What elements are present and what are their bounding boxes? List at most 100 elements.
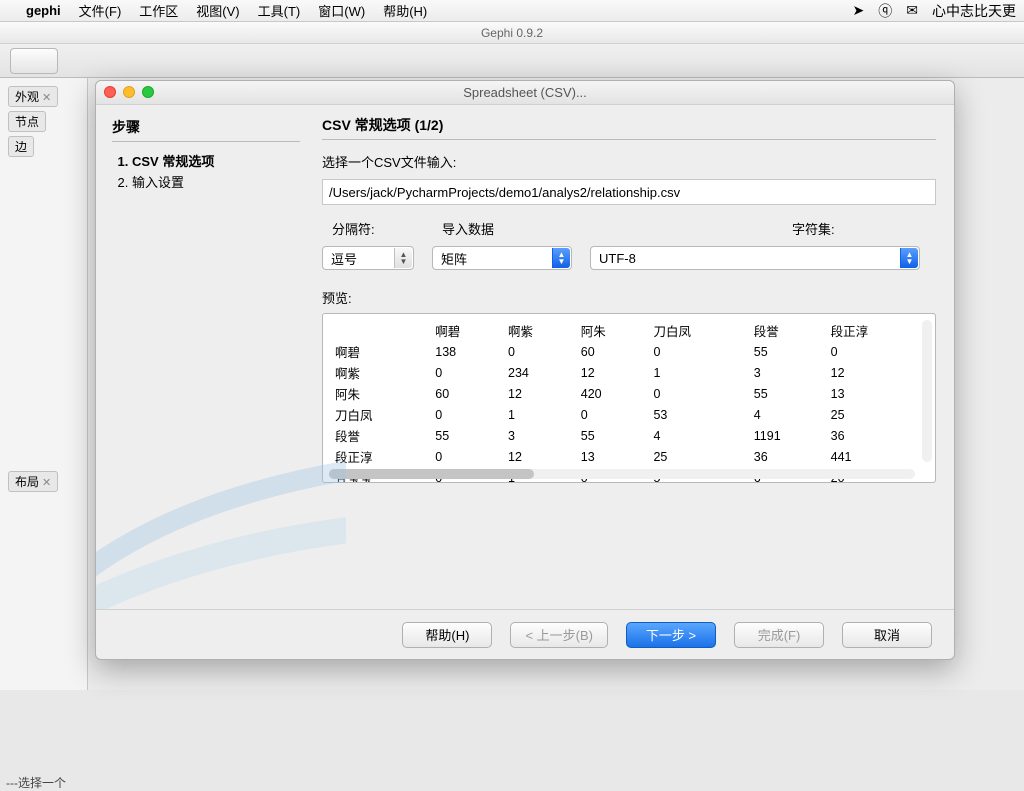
- preview-cell: 53: [649, 404, 749, 425]
- menu-tools[interactable]: 工具(T): [258, 1, 301, 20]
- preview-cell: 1191: [750, 425, 827, 446]
- preview-cell: 55: [431, 425, 504, 446]
- preview-cell: 0: [577, 404, 650, 425]
- preview-cell: 0: [431, 362, 504, 383]
- preview-cell: 啊紫: [504, 320, 577, 341]
- preview-cell: 234: [504, 362, 577, 383]
- scrollbar-horizontal[interactable]: [329, 469, 915, 479]
- separator-label: 分隔符:: [322, 219, 442, 238]
- location-icon[interactable]: ➤: [853, 2, 865, 19]
- preview-cell: 1: [649, 362, 749, 383]
- preview-cell: 啊碧: [331, 341, 431, 362]
- preview-cell: 段正淳: [827, 320, 927, 341]
- panel-node[interactable]: 节点: [8, 111, 46, 132]
- preview-cell: 4: [649, 425, 749, 446]
- left-panel: 外观✕ 节点 边 布局✕ ---选择一个: [0, 78, 88, 690]
- separator-select[interactable]: 逗号 ▲▼: [322, 246, 414, 270]
- layout-select-placeholder[interactable]: ---选择一个: [6, 774, 81, 791]
- choose-file-label: 选择一个CSV文件输入:: [322, 152, 936, 171]
- preview-cell: 段誉: [331, 425, 431, 446]
- step-2: 输入设置: [132, 173, 300, 194]
- panel-appearance[interactable]: 外观✕: [8, 86, 58, 107]
- back-button[interactable]: < 上一步(B): [510, 622, 608, 648]
- dialog-titlebar: Spreadsheet (CSV)...: [96, 81, 954, 105]
- menu-window[interactable]: 窗口(W): [318, 1, 365, 20]
- import-mode-select[interactable]: 矩阵 ▲▼: [432, 246, 572, 270]
- preview-cell: 36: [750, 446, 827, 467]
- dialog-title: Spreadsheet (CSV)...: [463, 85, 587, 100]
- wizard-content-panel: CSV 常规选项 (1/2) 选择一个CSV文件输入: 分隔符: 导入数据 字符…: [316, 105, 954, 609]
- preview-cell: 4: [750, 404, 827, 425]
- preview-cell: 420: [577, 383, 650, 404]
- preview-cell: 刀白凤: [649, 320, 749, 341]
- preview-cell: 啊碧: [431, 320, 504, 341]
- step-1: CSV 常规选项: [132, 152, 300, 173]
- preview-label: 预览:: [322, 288, 936, 307]
- preview-cell: 55: [577, 425, 650, 446]
- menu-view[interactable]: 视图(V): [196, 1, 239, 20]
- next-button[interactable]: 下一步 >: [626, 622, 716, 648]
- preview-cell: 0: [649, 341, 749, 362]
- preview-cell: 刀白凤: [331, 404, 431, 425]
- preview-cell: 13: [577, 446, 650, 467]
- preview-cell: 0: [649, 383, 749, 404]
- qq-icon[interactable]: ⓠ: [878, 1, 892, 21]
- finish-button[interactable]: 完成(F): [734, 622, 824, 648]
- preview-cell: 55: [750, 341, 827, 362]
- preview-cell: 0: [827, 341, 927, 362]
- window-close-icon[interactable]: [104, 86, 116, 98]
- menu-workspace[interactable]: 工作区: [139, 1, 178, 20]
- preview-cell: 0: [504, 341, 577, 362]
- preview-cell: 55: [750, 383, 827, 404]
- close-icon[interactable]: ✕: [42, 477, 51, 489]
- preview-cell: [331, 320, 431, 341]
- preview-cell: 1: [504, 404, 577, 425]
- chevron-updown-icon: ▲▼: [900, 248, 918, 268]
- chevron-updown-icon: ▲▼: [394, 248, 412, 268]
- preview-table-container: 啊碧啊紫阿朱刀白凤段誉段正淳啊碧1380600550啊紫0234121312阿朱…: [322, 313, 936, 483]
- preview-cell: 60: [577, 341, 650, 362]
- chevron-updown-icon: ▲▼: [552, 248, 570, 268]
- charset-label: 字符集:: [622, 219, 835, 238]
- csv-import-dialog: Spreadsheet (CSV)... 步骤 CSV 常规选项 输入设置 CS…: [95, 80, 955, 660]
- panel-edge[interactable]: 边: [8, 136, 34, 157]
- preview-cell: 啊紫: [331, 362, 431, 383]
- menu-help[interactable]: 帮助(H): [383, 1, 427, 20]
- preview-cell: 138: [431, 341, 504, 362]
- import-label: 导入数据: [442, 219, 622, 238]
- preview-table: 啊碧啊紫阿朱刀白凤段誉段正淳啊碧1380600550啊紫0234121312阿朱…: [331, 320, 927, 483]
- preview-cell: 3: [504, 425, 577, 446]
- preview-cell: 0: [431, 446, 504, 467]
- preview-cell: 25: [827, 404, 927, 425]
- preview-cell: 段誉: [750, 320, 827, 341]
- cancel-button[interactable]: 取消: [842, 622, 932, 648]
- close-icon[interactable]: ✕: [42, 92, 51, 104]
- preview-cell: 12: [827, 362, 927, 383]
- scrollbar-thumb[interactable]: [329, 469, 534, 479]
- preview-cell: 阿朱: [331, 383, 431, 404]
- window-zoom-icon[interactable]: [142, 86, 154, 98]
- panel-layout[interactable]: 布局✕: [8, 471, 58, 492]
- preview-cell: 441: [827, 446, 927, 467]
- wechat-icon[interactable]: ✉: [906, 2, 918, 19]
- scrollbar-vertical[interactable]: [922, 320, 932, 462]
- preview-cell: 60: [431, 383, 504, 404]
- app-titlebar: Gephi 0.9.2: [0, 22, 1024, 44]
- preview-cell: 36: [827, 425, 927, 446]
- menubar-app[interactable]: gephi: [26, 3, 61, 18]
- window-minimize-icon[interactable]: [123, 86, 135, 98]
- preview-cell: 12: [504, 446, 577, 467]
- content-heading: CSV 常规选项 (1/2): [322, 115, 936, 135]
- file-path-input[interactable]: [322, 179, 936, 205]
- menu-file[interactable]: 文件(F): [79, 1, 122, 20]
- preview-cell: 0: [431, 404, 504, 425]
- dialog-footer: 帮助(H) < 上一步(B) 下一步 > 完成(F) 取消: [96, 609, 954, 659]
- preview-cell: 12: [577, 362, 650, 383]
- status-text: 心中志比天更: [932, 1, 1016, 21]
- mac-menubar: gephi 文件(F) 工作区 视图(V) 工具(T) 窗口(W) 帮助(H) …: [0, 0, 1024, 22]
- preview-cell: 阿朱: [577, 320, 650, 341]
- help-button[interactable]: 帮助(H): [402, 622, 492, 648]
- toolbar-button[interactable]: [10, 48, 58, 74]
- preview-cell: 12: [504, 383, 577, 404]
- charset-select[interactable]: UTF-8 ▲▼: [590, 246, 920, 270]
